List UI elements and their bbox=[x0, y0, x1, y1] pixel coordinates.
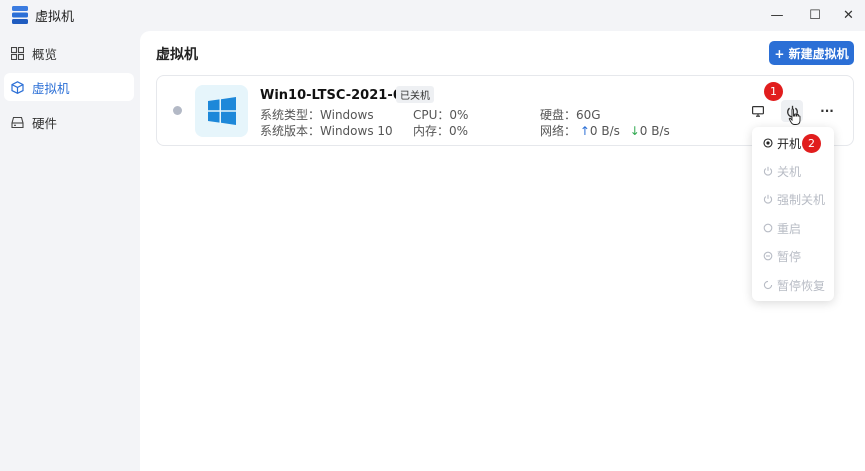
power-icon bbox=[763, 194, 773, 204]
more-icon: ··· bbox=[820, 104, 834, 118]
close-button[interactable]: ✕ bbox=[832, 0, 865, 31]
play-circle-icon bbox=[763, 138, 773, 148]
sidebar-item-label: 硬件 bbox=[32, 115, 58, 131]
os-version-label: 系统版本： bbox=[260, 124, 321, 138]
memory-label: 内存： bbox=[413, 124, 450, 138]
title-bar: 虚拟机 — ☐ ✕ bbox=[0, 0, 865, 31]
os-type-label: 系统类型： bbox=[260, 108, 321, 122]
status-badge: 已关机 bbox=[396, 86, 434, 103]
vm-card[interactable]: Win10-LTSC-2021-64 已关机 系统类型：Windows 系统版本… bbox=[156, 75, 854, 146]
menu-item-label: 暂停 bbox=[777, 249, 802, 264]
sidebar: 概览 虚拟机 硬件 bbox=[0, 31, 140, 471]
memory-value: 0% bbox=[449, 124, 469, 138]
disk-label: 硬盘： bbox=[540, 108, 577, 122]
power-icon bbox=[763, 166, 773, 176]
network-label: 网络： bbox=[540, 124, 577, 138]
grid-icon bbox=[11, 46, 24, 60]
menu-item-label: 开机 bbox=[777, 136, 802, 151]
memory-usage: 内存：0% bbox=[413, 122, 468, 139]
menu-item-force-shutdown[interactable]: 强制关机 bbox=[763, 189, 825, 209]
menu-item-start[interactable]: 开机 bbox=[763, 133, 801, 153]
page-title: 虚拟机 bbox=[156, 47, 198, 63]
maximize-button[interactable]: ☐ bbox=[795, 0, 835, 31]
restart-icon bbox=[763, 223, 773, 233]
hand-cursor-icon bbox=[788, 108, 801, 125]
menu-item-restart[interactable]: 重启 bbox=[763, 218, 801, 238]
menu-item-label: 关机 bbox=[777, 164, 802, 179]
disk-usage: 硬盘：60G bbox=[540, 106, 601, 123]
os-version: 系统版本：Windows 10 bbox=[260, 122, 393, 139]
new-vm-button[interactable]: + 新建虚拟机 bbox=[769, 41, 854, 65]
sidebar-item-overview[interactable]: 概览 bbox=[4, 39, 134, 67]
sidebar-item-hardware[interactable]: 硬件 bbox=[4, 108, 134, 136]
sidebar-item-label: 概览 bbox=[32, 46, 58, 62]
cpu-label: CPU： bbox=[413, 108, 450, 122]
step-badge-2: 2 bbox=[802, 134, 821, 153]
minimize-icon: — bbox=[770, 8, 784, 23]
menu-item-label: 重启 bbox=[777, 221, 802, 236]
maximize-icon: ☐ bbox=[809, 8, 821, 23]
menu-item-label: 强制关机 bbox=[777, 192, 826, 207]
os-tile bbox=[195, 85, 248, 137]
app-logo-icon bbox=[12, 6, 28, 24]
menu-item-resume[interactable]: 暂停恢复 bbox=[763, 275, 825, 295]
sidebar-item-vm[interactable]: 虚拟机 bbox=[4, 73, 134, 101]
vm-name: Win10-LTSC-2021-64 bbox=[260, 88, 411, 103]
more-button[interactable]: ··· bbox=[816, 100, 838, 122]
windows-logo-icon bbox=[207, 97, 236, 125]
arrow-down-icon: ↓ bbox=[629, 124, 640, 138]
network-usage: 网络： ↑0 B/s ↓0 B/s bbox=[540, 122, 670, 139]
os-version-value: Windows 10 bbox=[320, 124, 393, 138]
pause-icon bbox=[763, 251, 773, 261]
os-type: 系统类型：Windows bbox=[260, 106, 374, 123]
cube-icon bbox=[11, 80, 24, 94]
drive-icon bbox=[11, 116, 24, 128]
cpu-usage: CPU：0% bbox=[413, 106, 468, 123]
os-type-value: Windows bbox=[320, 108, 374, 122]
minimize-button[interactable]: — bbox=[757, 0, 797, 31]
step-badge-1: 1 bbox=[764, 82, 783, 101]
resume-icon bbox=[763, 280, 773, 290]
network-down-value: 0 B/s bbox=[639, 124, 670, 138]
console-button[interactable] bbox=[747, 100, 769, 122]
monitor-icon bbox=[752, 105, 764, 117]
power-menu: 开机 关机 强制关机 重启 暂停 暂停恢复 bbox=[752, 127, 834, 301]
cpu-value: 0% bbox=[449, 108, 469, 122]
network-up-value: 0 B/s bbox=[589, 124, 620, 138]
arrow-up-icon: ↑ bbox=[579, 124, 590, 138]
menu-item-shutdown[interactable]: 关机 bbox=[763, 161, 801, 181]
menu-item-pause[interactable]: 暂停 bbox=[763, 246, 801, 266]
close-icon: ✕ bbox=[843, 8, 854, 23]
disk-value: 60G bbox=[576, 108, 601, 122]
menu-item-label: 暂停恢复 bbox=[777, 278, 826, 293]
window-title: 虚拟机 bbox=[35, 10, 75, 25]
sidebar-item-label: 虚拟机 bbox=[32, 80, 70, 96]
status-dot bbox=[173, 106, 182, 115]
